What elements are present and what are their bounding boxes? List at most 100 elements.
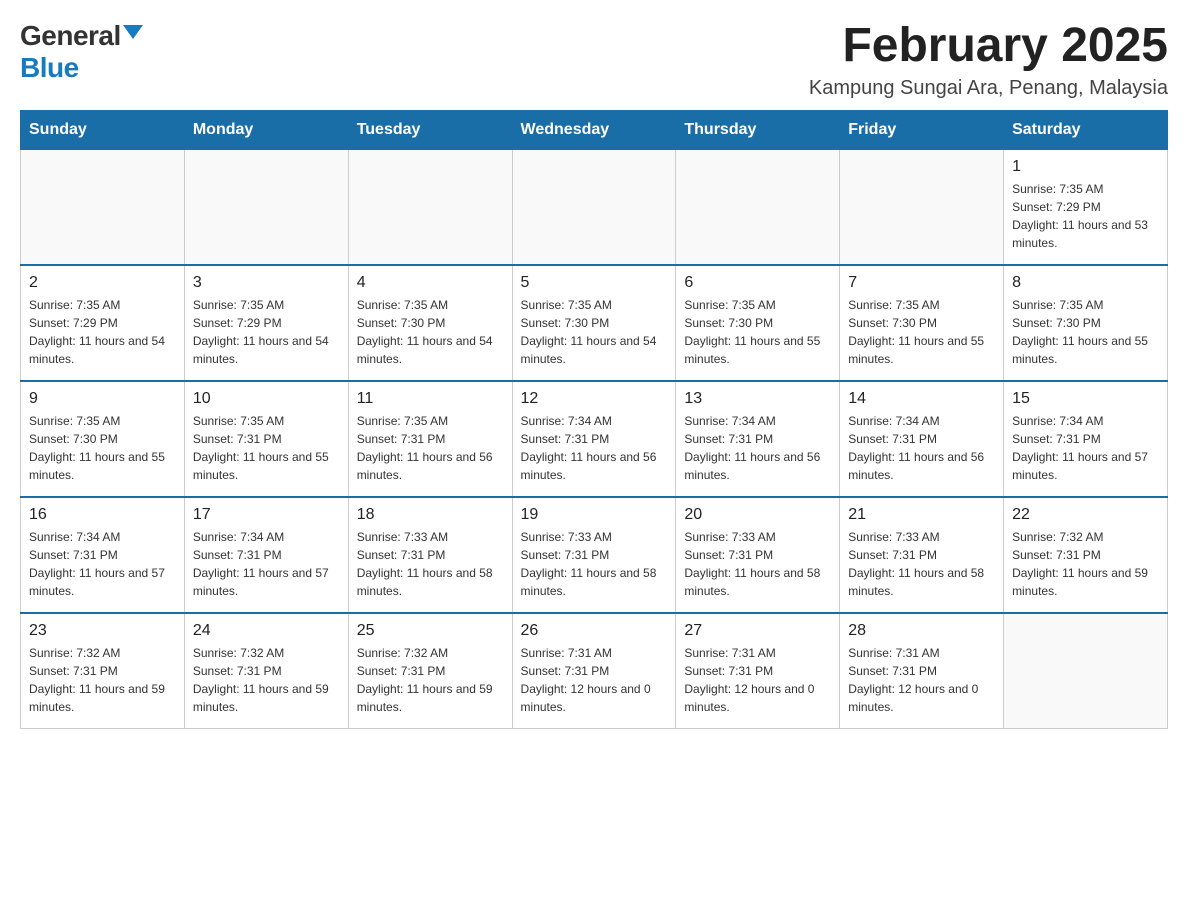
- sun-info: Sunrise: 7:34 AMSunset: 7:31 PMDaylight:…: [684, 412, 831, 484]
- day-number: 11: [357, 390, 504, 408]
- sun-info: Sunrise: 7:33 AMSunset: 7:31 PMDaylight:…: [684, 528, 831, 600]
- col-wednesday: Wednesday: [512, 110, 676, 149]
- sun-info: Sunrise: 7:35 AMSunset: 7:30 PMDaylight:…: [848, 296, 995, 368]
- sun-info: Sunrise: 7:34 AMSunset: 7:31 PMDaylight:…: [521, 412, 668, 484]
- calendar-cell: 8Sunrise: 7:35 AMSunset: 7:30 PMDaylight…: [1004, 265, 1168, 381]
- calendar-cell: 11 Sunrise: 7:35 AMSunset: 7:31 PMDayligh…: [348, 381, 512, 497]
- calendar-cell: 26 Sunrise: 7:31 AMSunset: 7:31 PMDayligh…: [512, 613, 676, 729]
- calendar-cell: 14 Sunrise: 7:34 AMSunset: 7:31 PMDayligh…: [840, 381, 1004, 497]
- day-number: 28: [848, 622, 995, 640]
- day-number: 25: [357, 622, 504, 640]
- sun-info: Sunrise: 7:32 AMSunset: 7:31 PMDaylight:…: [29, 644, 176, 716]
- month-year-title: February 2025: [809, 20, 1168, 73]
- day-number: 19: [521, 506, 668, 524]
- col-monday: Monday: [184, 110, 348, 149]
- calendar-cell: 4 Sunrise: 7:35 AMSunset: 7:30 PMDaylight…: [348, 265, 512, 381]
- calendar-cell: 5 Sunrise: 7:35 AMSunset: 7:30 PMDaylight…: [512, 265, 676, 381]
- calendar-cell: 12 Sunrise: 7:34 AMSunset: 7:31 PMDayligh…: [512, 381, 676, 497]
- sun-info: Sunrise: 7:34 AMSunset: 7:31 PMDaylight:…: [193, 528, 340, 600]
- day-number: 20: [684, 506, 831, 524]
- calendar-cell: 19 Sunrise: 7:33 AMSunset: 7:31 PMDayligh…: [512, 497, 676, 613]
- calendar-cell: 15 Sunrise: 7:34 AMSunset: 7:31 PMDayligh…: [1004, 381, 1168, 497]
- calendar-cell: 13 Sunrise: 7:34 AMSunset: 7:31 PMDayligh…: [676, 381, 840, 497]
- calendar-cell: 17 Sunrise: 7:34 AMSunset: 7:31 PMDayligh…: [184, 497, 348, 613]
- day-number: 10: [193, 390, 340, 408]
- day-number: 22: [1012, 506, 1159, 524]
- title-block: February 2025 Kampung Sungai Ara, Penang…: [809, 20, 1168, 100]
- sun-info: Sunrise: 7:31 AMSunset: 7:31 PMDaylight:…: [684, 644, 831, 716]
- col-saturday: Saturday: [1004, 110, 1168, 149]
- calendar-cell: [348, 149, 512, 265]
- sun-info: Sunrise: 7:35 AMSunset: 7:29 PMDaylight:…: [1012, 180, 1159, 252]
- calendar-cell: [21, 149, 185, 265]
- logo-triangle-icon: [123, 25, 143, 39]
- calendar-cell: 3 Sunrise: 7:35 AMSunset: 7:29 PMDaylight…: [184, 265, 348, 381]
- day-number: 5: [521, 274, 668, 292]
- sun-info: Sunrise: 7:32 AMSunset: 7:31 PMDaylight:…: [1012, 528, 1159, 600]
- day-number: 9: [29, 390, 176, 408]
- sun-info: Sunrise: 7:35 AMSunset: 7:30 PMDaylight:…: [684, 296, 831, 368]
- calendar-cell: 22 Sunrise: 7:32 AMSunset: 7:31 PMDayligh…: [1004, 497, 1168, 613]
- calendar-cell: 18 Sunrise: 7:33 AMSunset: 7:31 PMDayligh…: [348, 497, 512, 613]
- day-number: 26: [521, 622, 668, 640]
- calendar-week-row: 16 Sunrise: 7:34 AMSunset: 7:31 PMDayligh…: [21, 497, 1168, 613]
- day-number: 4: [357, 274, 504, 292]
- calendar-header-row: Sunday Monday Tuesday Wednesday Thursday…: [21, 110, 1168, 149]
- day-number: 2: [29, 274, 176, 292]
- calendar-cell: [512, 149, 676, 265]
- day-number: 12: [521, 390, 668, 408]
- calendar-cell: 28Sunrise: 7:31 AMSunset: 7:31 PMDayligh…: [840, 613, 1004, 729]
- calendar-cell: 24Sunrise: 7:32 AMSunset: 7:31 PMDayligh…: [184, 613, 348, 729]
- location-subtitle: Kampung Sungai Ara, Penang, Malaysia: [809, 77, 1168, 100]
- calendar-week-row: 1Sunrise: 7:35 AMSunset: 7:29 PMDaylight…: [21, 149, 1168, 265]
- day-number: 14: [848, 390, 995, 408]
- calendar-week-row: 9 Sunrise: 7:35 AMSunset: 7:30 PMDaylight…: [21, 381, 1168, 497]
- day-number: 18: [357, 506, 504, 524]
- day-number: 3: [193, 274, 340, 292]
- sun-info: Sunrise: 7:34 AMSunset: 7:31 PMDaylight:…: [848, 412, 995, 484]
- col-sunday: Sunday: [21, 110, 185, 149]
- sun-info: Sunrise: 7:34 AMSunset: 7:31 PMDaylight:…: [29, 528, 176, 600]
- sun-info: Sunrise: 7:31 AMSunset: 7:31 PMDaylight:…: [521, 644, 668, 716]
- day-number: 21: [848, 506, 995, 524]
- day-number: 6: [684, 274, 831, 292]
- logo-general-text: General: [20, 20, 121, 52]
- calendar-cell: [184, 149, 348, 265]
- calendar-cell: 10 Sunrise: 7:35 AMSunset: 7:31 PMDayligh…: [184, 381, 348, 497]
- sun-info: Sunrise: 7:35 AMSunset: 7:30 PMDaylight:…: [357, 296, 504, 368]
- day-number: 15: [1012, 390, 1159, 408]
- day-number: 23: [29, 622, 176, 640]
- sun-info: Sunrise: 7:35 AMSunset: 7:31 PMDaylight:…: [357, 412, 504, 484]
- calendar-week-row: 23 Sunrise: 7:32 AMSunset: 7:31 PMDayligh…: [21, 613, 1168, 729]
- calendar-cell: [676, 149, 840, 265]
- day-number: 16: [29, 506, 176, 524]
- calendar-cell: 27Sunrise: 7:31 AMSunset: 7:31 PMDayligh…: [676, 613, 840, 729]
- day-number: 24: [193, 622, 340, 640]
- sun-info: Sunrise: 7:33 AMSunset: 7:31 PMDaylight:…: [521, 528, 668, 600]
- day-number: 13: [684, 390, 831, 408]
- sun-info: Sunrise: 7:35 AMSunset: 7:31 PMDaylight:…: [193, 412, 340, 484]
- calendar-cell: [1004, 613, 1168, 729]
- sun-info: Sunrise: 7:35 AMSunset: 7:30 PMDaylight:…: [29, 412, 176, 484]
- logo: General Blue: [20, 20, 143, 84]
- day-number: 17: [193, 506, 340, 524]
- col-tuesday: Tuesday: [348, 110, 512, 149]
- calendar-cell: 1Sunrise: 7:35 AMSunset: 7:29 PMDaylight…: [1004, 149, 1168, 265]
- calendar-cell: 9 Sunrise: 7:35 AMSunset: 7:30 PMDaylight…: [21, 381, 185, 497]
- sun-info: Sunrise: 7:34 AMSunset: 7:31 PMDaylight:…: [1012, 412, 1159, 484]
- calendar-cell: 2Sunrise: 7:35 AMSunset: 7:29 PMDaylight…: [21, 265, 185, 381]
- calendar-cell: 25Sunrise: 7:32 AMSunset: 7:31 PMDayligh…: [348, 613, 512, 729]
- sun-info: Sunrise: 7:35 AMSunset: 7:29 PMDaylight:…: [193, 296, 340, 368]
- col-thursday: Thursday: [676, 110, 840, 149]
- sun-info: Sunrise: 7:35 AMSunset: 7:30 PMDaylight:…: [521, 296, 668, 368]
- sun-info: Sunrise: 7:33 AMSunset: 7:31 PMDaylight:…: [357, 528, 504, 600]
- calendar-cell: 23 Sunrise: 7:32 AMSunset: 7:31 PMDayligh…: [21, 613, 185, 729]
- calendar-cell: 7 Sunrise: 7:35 AMSunset: 7:30 PMDaylight…: [840, 265, 1004, 381]
- calendar-cell: 16 Sunrise: 7:34 AMSunset: 7:31 PMDayligh…: [21, 497, 185, 613]
- calendar-cell: [840, 149, 1004, 265]
- page-header: General Blue February 2025 Kampung Sunga…: [20, 20, 1168, 100]
- calendar-cell: 21Sunrise: 7:33 AMSunset: 7:31 PMDayligh…: [840, 497, 1004, 613]
- calendar-cell: 6 Sunrise: 7:35 AMSunset: 7:30 PMDaylight…: [676, 265, 840, 381]
- day-number: 7: [848, 274, 995, 292]
- sun-info: Sunrise: 7:35 AMSunset: 7:30 PMDaylight:…: [1012, 296, 1159, 368]
